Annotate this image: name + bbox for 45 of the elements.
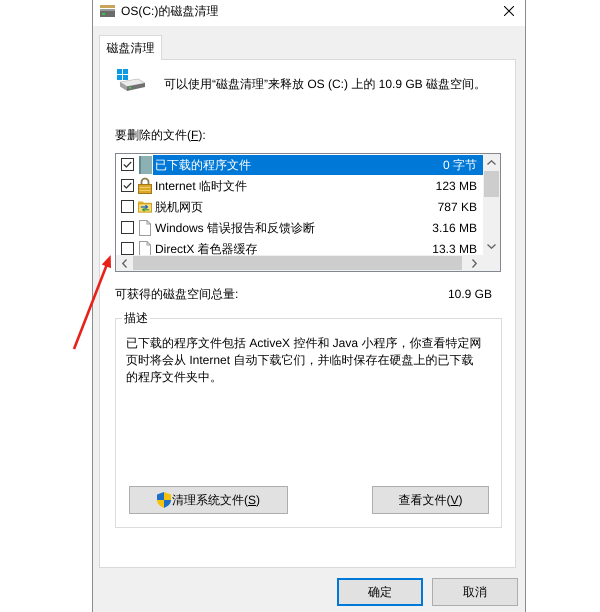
view-files-button[interactable]: 查看文件(V) <box>372 486 489 514</box>
chevron-up-icon[interactable] <box>487 160 496 165</box>
drive-icon <box>100 5 115 17</box>
total-value: 10.9 GB <box>448 286 492 302</box>
file-item-size: 787 KB <box>438 198 477 214</box>
drive-icon <box>117 69 145 91</box>
file-item-name[interactable]: 已下载的程序文件 <box>155 156 251 172</box>
binder-icon <box>138 156 152 174</box>
header-message: 可以使用“磁盘清理”来释放 OS (C:) 上的 10.9 GB 磁盘空间。 <box>164 76 486 92</box>
checkbox[interactable] <box>121 242 134 255</box>
ok-button[interactable]: 确定 <box>337 578 423 606</box>
vertical-scrollbar[interactable] <box>483 154 500 255</box>
files-label: 要删除的文件(F): <box>115 127 206 143</box>
group-title: 描述 <box>122 310 150 326</box>
total-label: 可获得的磁盘空间总量: <box>115 286 238 302</box>
horizontal-scrollbar[interactable] <box>116 255 483 271</box>
chevron-right-icon[interactable] <box>472 258 477 268</box>
file-item-size: 123 MB <box>436 178 477 194</box>
scrollbar-thumb[interactable] <box>133 256 462 270</box>
description-text: 已下载的程序文件包括 ActiveX 控件和 Java 小程序，你查看特定网页时将会从 Internet 自动下载它们，并临时保存在硬盘上的已下载的程序文件夹中。 <box>126 335 482 386</box>
window-title: OS(C:)的磁盘清理 <box>121 3 218 19</box>
file-item-size: 0 字节 <box>442 156 477 172</box>
file-item-name[interactable]: Internet 临时文件 <box>155 178 248 194</box>
file-item-size: 13.3 MB <box>432 240 477 255</box>
chevron-down-icon[interactable] <box>487 244 496 249</box>
folder-arrows-icon <box>138 200 152 213</box>
file-item-name[interactable]: 脱机网页 <box>155 198 203 214</box>
cancel-button[interactable]: 取消 <box>432 578 518 606</box>
file-item-name[interactable]: Windows 错误报告和反馈诊断 <box>155 220 316 236</box>
file-item-name[interactable]: DirectX 着色器缓存 <box>155 240 258 255</box>
file-list[interactable]: 已下载的程序文件 0 字节 Internet 临时文件 123 MB 脱机网页 787 KB Windows 错误报告和反馈诊断 3.16 MB DirectX 着色器缓存 13.3 MB <box>115 153 501 272</box>
checkbox[interactable] <box>121 200 134 213</box>
document-icon <box>139 240 151 255</box>
file-item-size: 3.16 MB <box>432 220 477 236</box>
chevron-left-icon[interactable] <box>122 258 127 268</box>
checkbox[interactable] <box>121 221 134 234</box>
scrollbar-thumb[interactable] <box>484 171 499 197</box>
shield-icon <box>156 492 171 508</box>
lock-icon <box>138 177 152 194</box>
checkbox[interactable] <box>121 158 134 171</box>
checkbox[interactable] <box>121 179 134 192</box>
clean-system-files-button[interactable]: 清理系统文件(S) <box>129 486 288 514</box>
close-icon[interactable] <box>504 6 514 16</box>
tab[interactable]: 磁盘清理 <box>99 35 162 60</box>
document-icon <box>139 220 151 236</box>
